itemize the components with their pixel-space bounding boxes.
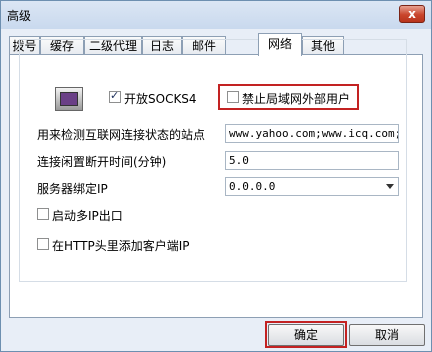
bind-ip-select[interactable]: 0.0.0.0 <box>225 177 399 196</box>
detect-sites-label: 用来检测互联网连接状态的站点 <box>37 128 206 142</box>
multi-ip-exit-label: 启动多IP出口 <box>52 209 123 223</box>
ok-button[interactable]: 确定 <box>268 324 344 346</box>
detect-sites-input[interactable]: www.yahoo.com;www.icq.com;www <box>225 124 399 143</box>
advanced-dialog: 高级 x 拨号 缓存 二级代理 日志 邮件 网络 其他 开放SOCKS4 禁止局… <box>0 0 432 352</box>
network-monitor-icon <box>55 87 83 111</box>
bind-ip-label: 服务器绑定IP <box>37 182 108 196</box>
enable-socks4-label: 开放SOCKS4 <box>124 92 197 106</box>
cancel-button[interactable]: 取消 <box>349 324 425 346</box>
idle-timeout-input[interactable]: 5.0 <box>225 151 399 170</box>
bind-ip-value: 0.0.0.0 <box>229 180 276 193</box>
multi-ip-exit-checkbox[interactable] <box>37 208 49 220</box>
chevron-down-icon[interactable] <box>386 184 394 189</box>
block-lan-checkbox[interactable] <box>227 91 239 103</box>
close-button[interactable]: x <box>399 5 425 23</box>
window-title: 高级 <box>7 9 32 23</box>
enable-socks4-checkbox[interactable] <box>109 89 121 103</box>
tab-network[interactable]: 网络 <box>258 33 302 56</box>
block-lan-label: 禁止局域网外部用户 <box>242 92 351 106</box>
http-header-ip-checkbox[interactable] <box>37 238 49 250</box>
idle-timeout-label: 连接闲置断开时间(分钟) <box>37 155 167 169</box>
close-icon: x <box>408 7 416 21</box>
title-bar[interactable]: 高级 x <box>1 1 431 29</box>
http-header-ip-label: 在HTTP头里添加客户端IP <box>52 239 190 253</box>
